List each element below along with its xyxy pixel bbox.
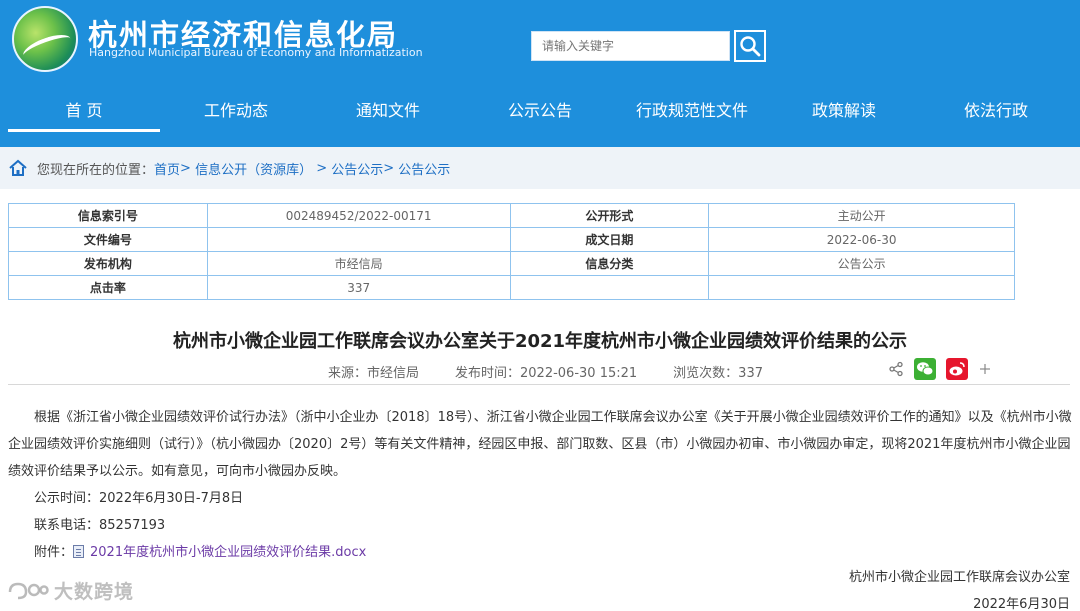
document-icon bbox=[73, 545, 85, 558]
article-views: 浏览次数：337 bbox=[673, 366, 763, 381]
category-label: 信息分类 bbox=[509, 251, 710, 276]
weibo-icon bbox=[946, 358, 968, 380]
attachment-link[interactable]: 2021年度杭州市小微企业园绩效评价结果.docx bbox=[90, 545, 366, 560]
table-row: 文件编号 成文日期 2022-06-30 bbox=[8, 227, 1015, 252]
breadcrumb-info-disclosure[interactable]: 信息公开（资源库） bbox=[195, 159, 312, 178]
date-value: 2022-06-30 bbox=[708, 227, 1015, 252]
main-nav: 首 页 工作动态 通知文件 公示公告 行政规范性文件 政策解读 依法行政 bbox=[8, 92, 1072, 132]
share-bar bbox=[888, 358, 992, 380]
breadcrumb-current[interactable]: 公告公示 bbox=[398, 159, 450, 178]
nav-policy-interpretation[interactable]: 政策解读 bbox=[768, 92, 920, 132]
nav-home[interactable]: 首 页 bbox=[8, 92, 160, 132]
file-number-label: 文件编号 bbox=[8, 227, 208, 252]
divider bbox=[8, 384, 1070, 385]
share-icon bbox=[889, 361, 903, 377]
article-title: 杭州市小微企业园工作联席会议办公室关于2021年度杭州市小微企业园绩效评价结果的… bbox=[172, 331, 908, 352]
date-label: 成文日期 bbox=[509, 227, 710, 252]
clicks-label: 点击率 bbox=[8, 275, 208, 300]
article-paragraph: 根据《浙江省小微企业园绩效评价试行办法》（浙中小企业办〔2018〕18号）、浙江… bbox=[8, 410, 1072, 479]
weibo-share-button[interactable] bbox=[946, 358, 968, 380]
watermark-logo-icon bbox=[8, 582, 49, 599]
search-button[interactable] bbox=[734, 30, 766, 62]
public-form-value: 主动公开 bbox=[708, 203, 1015, 228]
article-body: 根据《浙江省小微企业园绩效评价试行办法》（浙中小企业办〔2018〕18号）、浙江… bbox=[8, 404, 1072, 485]
plus-icon bbox=[980, 364, 990, 374]
search-icon bbox=[740, 36, 761, 57]
nav-work-news[interactable]: 工作动态 bbox=[160, 92, 312, 132]
clicks-value: 337 bbox=[206, 275, 511, 300]
publisher-value: 市经信局 bbox=[206, 251, 511, 276]
nav-notices[interactable]: 通知文件 bbox=[312, 92, 464, 132]
breadcrumb-home[interactable]: 首页 bbox=[154, 159, 180, 178]
nav-law-administration[interactable]: 依法行政 bbox=[920, 92, 1072, 132]
signature-org: 杭州市小微企业园工作联席会议办公室 bbox=[848, 570, 1070, 585]
table-row: 点击率 337 bbox=[8, 275, 1015, 300]
nav-regulations[interactable]: 行政规范性文件 bbox=[616, 92, 768, 132]
article-publish-time: 发布时间：2022-06-30 15:21 bbox=[455, 366, 638, 381]
bureau-logo[interactable] bbox=[12, 6, 78, 72]
index-value: 002489452/2022-00171 bbox=[206, 203, 511, 228]
index-label: 信息索引号 bbox=[8, 203, 208, 228]
breadcrumb-announcements[interactable]: 公告公示 bbox=[331, 159, 383, 178]
table-row: 信息索引号 002489452/2022-00171 公开形式 主动公开 bbox=[8, 203, 1015, 228]
site-subtitle: Hangzhou Municipal Bureau of Economy and… bbox=[89, 46, 423, 59]
attachment-label: 附件： bbox=[34, 545, 74, 560]
more-share-button[interactable] bbox=[978, 362, 992, 376]
file-number-value bbox=[206, 227, 511, 252]
watermark-text: 大数跨境 bbox=[54, 581, 135, 603]
publisher-label: 发布机构 bbox=[8, 251, 208, 276]
breadcrumb-label: 您现在所在的位置： bbox=[37, 162, 155, 178]
search-input[interactable] bbox=[531, 31, 730, 61]
attachment-row: 附件： 2021年度杭州市小微企业园绩效评价结果.docx bbox=[34, 541, 366, 560]
site-header: 杭州市经济和信息化局 Hangzhou Municipal Bureau of … bbox=[0, 0, 1080, 147]
contact-phone: 联系电话：85257193 bbox=[34, 518, 166, 533]
article-meta: 来源：市经信局 发布时间：2022-06-30 15:21 浏览次数：337 bbox=[328, 362, 763, 381]
article-source: 来源：市经信局 bbox=[328, 366, 420, 381]
info-table: 信息索引号 002489452/2022-00171 公开形式 主动公开 文件编… bbox=[8, 203, 1015, 300]
nav-announcements[interactable]: 公示公告 bbox=[464, 92, 616, 132]
table-row: 发布机构 市经信局 信息分类 公告公示 bbox=[8, 251, 1015, 276]
watermark: 大数跨境 bbox=[6, 577, 134, 604]
signature-date: 2022年6月30日 bbox=[973, 597, 1070, 611]
category-value: 公告公示 bbox=[708, 251, 1015, 276]
publicity-period: 公示时间：2022年6月30日-7月8日 bbox=[34, 491, 244, 506]
wechat-share-button[interactable] bbox=[914, 358, 936, 380]
public-form-label: 公开形式 bbox=[509, 203, 710, 228]
share-button[interactable] bbox=[888, 361, 904, 377]
home-icon bbox=[9, 159, 27, 176]
breadcrumb: 您现在所在的位置： 首页 > 信息公开（资源库） > 公告公示 > 公告公示 bbox=[0, 147, 1080, 189]
wechat-icon bbox=[914, 358, 936, 380]
